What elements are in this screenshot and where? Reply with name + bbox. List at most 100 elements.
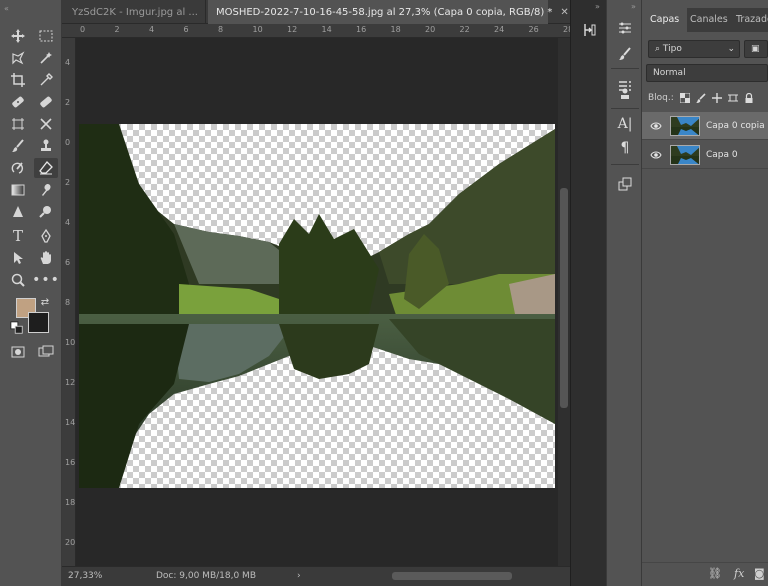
eye-icon[interactable] [642,149,670,161]
status-bar: 27,33% Doc: 9,00 MB/18,0 MB › [62,566,570,586]
close-icon[interactable]: ✕ [560,7,568,18]
lock-label: Bloq.: [648,93,674,103]
history-panel-icon[interactable] [579,20,599,40]
sharpen-icon[interactable] [6,202,30,222]
ruler-tick-label: 0 [80,25,86,34]
brush-icon[interactable] [6,136,30,156]
layer-filter-select[interactable]: ⌕ Tipo ⌄ [648,40,740,58]
lasso-icon[interactable] [6,48,30,68]
paragraph-panel-icon[interactable]: ¶ [615,138,635,158]
zoom-icon[interactable] [6,270,30,290]
type-icon[interactable]: T [6,226,30,246]
ruler-tick-label: 10 [65,338,76,347]
image-content [79,124,555,488]
document-tab-imgur[interactable]: YzSdC2K - Imgur.jpg al ... [64,0,206,24]
magic-wand-icon[interactable] [34,48,58,68]
zoom-level[interactable]: 27,33% [68,571,102,581]
history-brush-icon[interactable] [6,158,30,178]
ruler-tick-label: 0 [65,138,71,147]
ruler-tick-label: 4 [65,218,71,227]
move-icon[interactable] [6,26,30,46]
lock-transparency-icon[interactable] [679,93,690,103]
canvas-image[interactable] [79,124,555,488]
swap-colors-icon[interactable]: ⇄ [38,296,52,308]
ruler-tick-label: 2 [114,25,120,34]
layer-name: Capa 0 copia [706,120,765,131]
gradient-icon[interactable] [6,180,30,200]
link-layers-icon[interactable]: ⛓ [708,567,722,580]
filter-image-icon[interactable]: ▣ [744,40,768,58]
ruler-tick-label: 14 [321,25,332,34]
dodge-icon[interactable] [34,202,58,222]
blend-mode-value: Normal [653,68,686,78]
lock-all-icon[interactable] [744,93,754,103]
hand-icon[interactable] [34,248,58,268]
background-color-swatch[interactable] [28,312,49,333]
clone-source-icon[interactable] [615,84,635,104]
eye-icon[interactable] [642,120,670,132]
layers-panel: Capas Canales Trazado ⌕ Tipo ⌄ ▣ Normal … [642,0,768,586]
content-aware-move-icon[interactable] [34,114,58,134]
ruler-tick-label: 8 [218,25,224,34]
document-tab-moshed[interactable]: MOSHED-2022-7-10-16-45-58.jpg al 27,3% (… [208,0,569,24]
pen-icon[interactable] [34,226,58,246]
adjustments-panel-icon[interactable] [615,18,635,38]
toolbar-grip[interactable]: « [4,4,10,13]
marquee-icon[interactable] [34,26,58,46]
quick-mask-icon[interactable] [6,342,30,362]
more-icon[interactable]: ••• [32,270,59,290]
brush-settings-icon[interactable] [615,44,635,64]
lock-position-icon[interactable] [711,93,722,103]
add-mask-icon[interactable]: ◙ [754,567,765,580]
horizontal-scrollbar-thumb[interactable] [392,572,512,580]
path-select-icon[interactable] [6,248,30,268]
layer-name: Capa 0 [706,149,738,160]
tab-paths[interactable]: Trazado [728,8,768,32]
vertical-scrollbar[interactable] [558,38,570,566]
frame-icon[interactable] [6,114,30,134]
document-size: Doc: 9,00 MB/18,0 MB [156,571,256,581]
layers-panel-footer: ⛓ fx ◙ [642,562,768,586]
ruler-tick-label: 22 [459,25,470,34]
smudge-icon[interactable] [34,180,58,200]
chevron-right-icon[interactable]: › [297,571,301,581]
ruler-tick-label: 6 [183,25,189,34]
default-colors-icon[interactable] [10,321,24,334]
eraser-icon[interactable] [34,158,58,178]
ruler-tick-label: 14 [65,418,76,427]
layer-row-capa-0[interactable]: Capa 0 [642,141,768,169]
patch-icon[interactable] [34,92,58,112]
fx-icon[interactable]: fx [734,567,744,580]
tab-title: MOSHED-2022-7-10-16-45-58.jpg al 27,3% (… [216,6,553,18]
stamp-icon[interactable] [34,136,58,156]
ruler-vertical: 4 2 0 2 4 6 8 10 12 14 16 18 20 [62,38,76,566]
ruler-tick-label: 2 [65,98,71,107]
ruler-tick-label: 18 [390,25,401,34]
ruler-tick-label: 26 [528,25,539,34]
tools-panel: « T ••• ⇄ [0,0,62,586]
crop-icon[interactable] [6,70,30,90]
lock-artboard-icon[interactable] [727,93,738,103]
ruler-tick-label: 20 [65,538,76,547]
collapse-icon[interactable]: » [595,2,600,11]
lock-pixels-icon[interactable] [695,93,706,103]
eyedropper-icon[interactable] [34,70,58,90]
layer-row-capa-0-copia[interactable]: Capa 0 copia [642,112,768,140]
tool-presets-icon[interactable] [615,174,635,194]
tab-layers[interactable]: Capas [642,8,688,32]
character-panel-icon[interactable]: A| [615,114,635,134]
screen-mode-icon[interactable] [34,342,58,362]
scrollbar-thumb[interactable] [560,188,568,408]
ruler-tick-label: 6 [65,258,71,267]
collapse-icon[interactable]: » [631,2,636,11]
document-tab-bar: YzSdC2K - Imgur.jpg al ... MOSHED-2022-7… [62,0,570,24]
panel-icon-dock: » A| ¶ [606,0,642,586]
ruler-horizontal: 0 2 4 6 8 10 12 14 16 18 20 22 24 26 28 [62,24,573,38]
healing-brush-icon[interactable] [6,92,30,112]
dock-divider [611,68,639,69]
ruler-tick-label: 24 [494,25,505,34]
ruler-tick-label: 2 [65,178,71,187]
ruler-tick-label: 16 [356,25,367,34]
panel-tab-bar: Capas Canales Trazado [642,8,768,32]
blend-mode-select[interactable]: Normal [646,64,768,82]
